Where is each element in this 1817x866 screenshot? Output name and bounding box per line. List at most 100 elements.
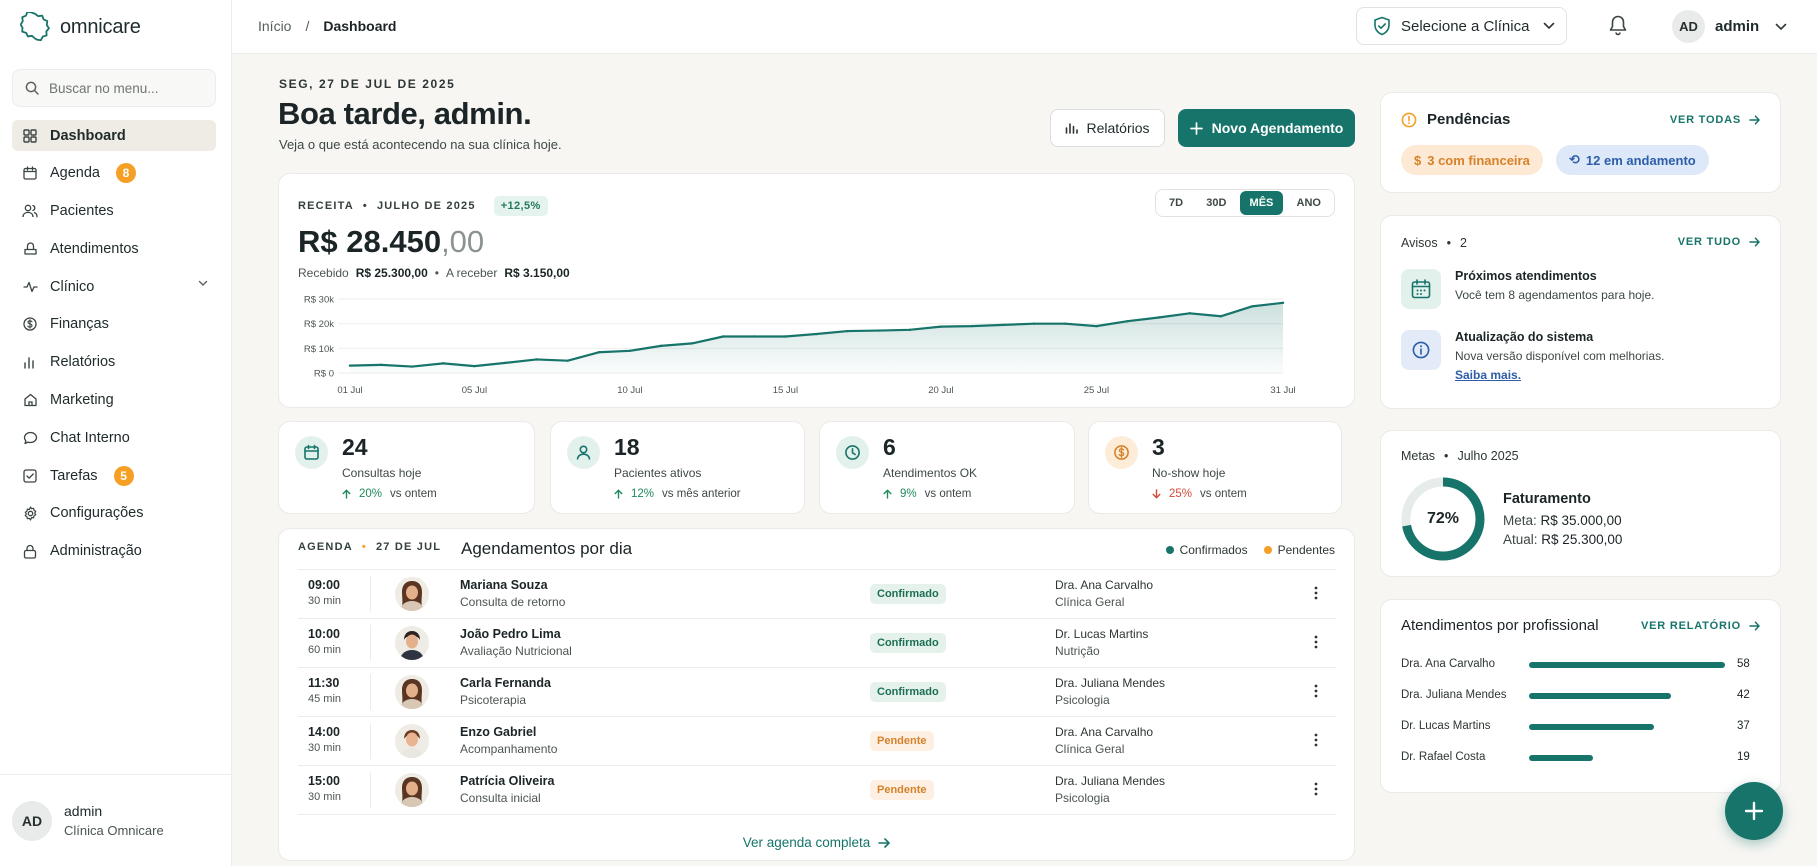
period-ano[interactable]: ANO <box>1287 191 1331 215</box>
stat-card[interactable]: 18 Pacientes ativos 12% vs mês anterior <box>550 421 805 514</box>
revenue-point <box>1188 312 1191 315</box>
sidebar-item-label: Pacientes <box>50 203 114 220</box>
sidebar-item-label: Marketing <box>50 392 114 409</box>
sidebar-item-marketing[interactable]: Marketing <box>12 385 216 416</box>
period-30d[interactable]: 30D <box>1196 191 1236 215</box>
learn-more-link[interactable]: Saiba mais. <box>1455 368 1664 382</box>
goal-current-value: R$ 25.300,00 <box>1541 532 1623 547</box>
view-report-label: VER RELATÓRIO <box>1640 620 1741 632</box>
period-mês[interactable]: MÊS <box>1239 191 1284 215</box>
view-report-link[interactable]: VER RELATÓRIO <box>1641 620 1760 632</box>
patient-name[interactable]: Mariana Souza <box>460 578 548 592</box>
view-all-notices-link[interactable]: VER TUDO <box>1678 236 1760 248</box>
search-input[interactable] <box>49 80 199 96</box>
avatar <box>395 724 429 758</box>
stat-compare: vs ontem <box>924 488 972 500</box>
sidebar-item-chat-interno[interactable]: Chat Interno <box>12 422 216 453</box>
sidebar-item-financas[interactable]: Finanças <box>12 309 216 340</box>
quick-add-button[interactable] <box>1725 782 1783 840</box>
bar-fill <box>1529 755 1594 761</box>
notice-item[interactable]: Atualização do sistema Nova versão dispo… <box>1401 330 1664 382</box>
view-all-link[interactable]: VER TODAS <box>1670 114 1760 126</box>
appointment-type: Consulta inicial <box>460 791 541 805</box>
appointment-time: 11:30 <box>308 676 340 690</box>
more-vertical-icon[interactable] <box>1314 733 1318 747</box>
sidebar-item-dashboard[interactable]: Dashboard <box>12 120 216 151</box>
patient-name[interactable]: Carla Fernanda <box>460 676 551 690</box>
receivable-value: R$ 3.150,00 <box>504 266 570 280</box>
divider <box>370 674 371 710</box>
doctor-specialty: Psicologia <box>1055 693 1110 707</box>
bar-track <box>1529 693 1725 699</box>
revenue-point <box>442 362 445 365</box>
more-vertical-icon[interactable] <box>1314 586 1318 600</box>
stat-delta: 25% vs ontem <box>1152 488 1247 500</box>
agenda-legend: Confirmados Pendentes <box>1165 543 1335 557</box>
sidebar-item-clinico[interactable]: Clínico <box>12 271 216 302</box>
separator-dot: • <box>1446 236 1451 250</box>
menu-search[interactable] <box>12 69 216 107</box>
period-7d[interactable]: 7D <box>1159 191 1193 215</box>
sidebar-item-administracao[interactable]: Administração <box>12 536 216 567</box>
breadcrumb-home[interactable]: Início <box>258 18 291 34</box>
revenue-point <box>877 329 880 332</box>
sidebar-item-configuracoes[interactable]: Configurações <box>12 498 216 529</box>
table-row[interactable]: 14:00 30 min Enzo Gabriel Acompanhamento Pen… <box>298 717 1336 766</box>
more-vertical-icon[interactable] <box>1314 684 1318 698</box>
professional-bar-row[interactable]: Dra. Ana Carvalho 58 <box>1401 658 1761 689</box>
user-menu[interactable]: AD admin <box>1672 10 1787 43</box>
stat-card[interactable]: 6 Atendimentos OK 9% vs ontem <box>819 421 1075 514</box>
sidebar-item-atendimentos[interactable]: Atendimentos <box>12 233 216 264</box>
reports-button[interactable]: Relatórios <box>1050 109 1165 147</box>
table-row[interactable]: 09:00 30 min Mariana Souza Consulta de reto… <box>298 570 1336 619</box>
new-appointment-button[interactable]: Novo Agendamento <box>1178 109 1355 147</box>
pendencias-title: Pendências <box>1401 111 1510 128</box>
revenue-card: RECEITA • JULHO DE 2025 +12,5% 7D 30D MÊS A… <box>278 173 1355 408</box>
legend-pending: Pendentes <box>1263 543 1335 557</box>
patient-name[interactable]: Enzo Gabriel <box>460 725 536 739</box>
revenue-point <box>1126 320 1129 323</box>
more-vertical-icon[interactable] <box>1314 635 1318 649</box>
bar-track <box>1529 755 1725 761</box>
patient-name[interactable]: João Pedro Lima <box>460 627 561 641</box>
clinic-select[interactable]: Selecione a Clínica <box>1356 7 1567 45</box>
app-logo[interactable]: omnicare <box>20 12 141 42</box>
goals-header: Metas • Julho 2025 <box>1401 449 1519 463</box>
stat-card[interactable]: 3 No-show hoje 25% vs ontem <box>1088 421 1342 514</box>
patient-name[interactable]: Patrícia Oliveira <box>460 774 555 788</box>
divider <box>370 723 371 759</box>
user-clinic: Clínica Omnicare <box>64 823 164 838</box>
professional-bar-row[interactable]: Dra. Juliana Mendes 42 <box>1401 689 1761 720</box>
appointment-duration: 30 min <box>308 595 342 607</box>
sidebar-item-pacientes[interactable]: Pacientes <box>12 196 216 227</box>
divider <box>370 625 371 661</box>
separator-dot: • <box>362 200 368 212</box>
new-appointment-label: Novo Agendamento <box>1211 120 1344 136</box>
professional-bar-row[interactable]: Dr. Rafael Costa 19 <box>1401 751 1761 782</box>
table-row[interactable]: 10:00 60 min João Pedro Lima Avaliação Nutr… <box>298 619 1336 668</box>
agenda-card: AGENDA • 27 DE JUL Agendamentos por dia … <box>278 528 1355 861</box>
stat-card[interactable]: 24 Consultas hoje 20% vs ontem <box>278 421 535 514</box>
revenue-chart: R$ 30k R$ 20k R$ 10k R$ 001 Jul 05 Jul 10 Jul… <box>304 295 1296 397</box>
bell-icon[interactable] <box>1608 14 1628 36</box>
more-vertical-icon[interactable] <box>1314 782 1318 796</box>
table-row[interactable]: 15:00 30 min Patrícia Oliveira Consulta ini… <box>298 766 1336 815</box>
avatar <box>395 773 429 807</box>
in-progress-pill[interactable]: ⟲ 12 em andamento <box>1556 145 1709 175</box>
sidebar-item-relatorios[interactable]: Relatórios <box>12 347 216 378</box>
dollar-icon <box>22 317 38 332</box>
finance-pending-pill[interactable]: $ 3 com financeira <box>1401 145 1543 175</box>
full-agenda-link[interactable]: Ver agenda completa <box>279 835 1354 850</box>
doctor-specialty: Clínica Geral <box>1055 595 1125 609</box>
sidebar-item-tarefas[interactable]: Tarefas 5 <box>12 460 216 491</box>
sidebar-item-agenda[interactable]: Agenda 8 <box>12 158 216 189</box>
received-value: R$ 25.300,00 <box>355 266 428 280</box>
stat-label: Pacientes ativos <box>614 466 702 480</box>
professional-count: 58 <box>1737 658 1750 670</box>
sidebar-user[interactable]: AD admin Clínica Omnicare <box>0 774 232 866</box>
table-row[interactable]: 11:30 45 min Carla Fernanda Psicoterapia Con… <box>298 668 1336 717</box>
notice-item[interactable]: Próximos atendimentos Você tem 8 agendam… <box>1401 269 1654 309</box>
professionals-card: Atendimentos por profissional VER RELATÓ… <box>1380 599 1781 793</box>
y-tick-label: R$ 10k <box>304 344 334 355</box>
professional-bar-row[interactable]: Dr. Lucas Martins 37 <box>1401 720 1761 751</box>
